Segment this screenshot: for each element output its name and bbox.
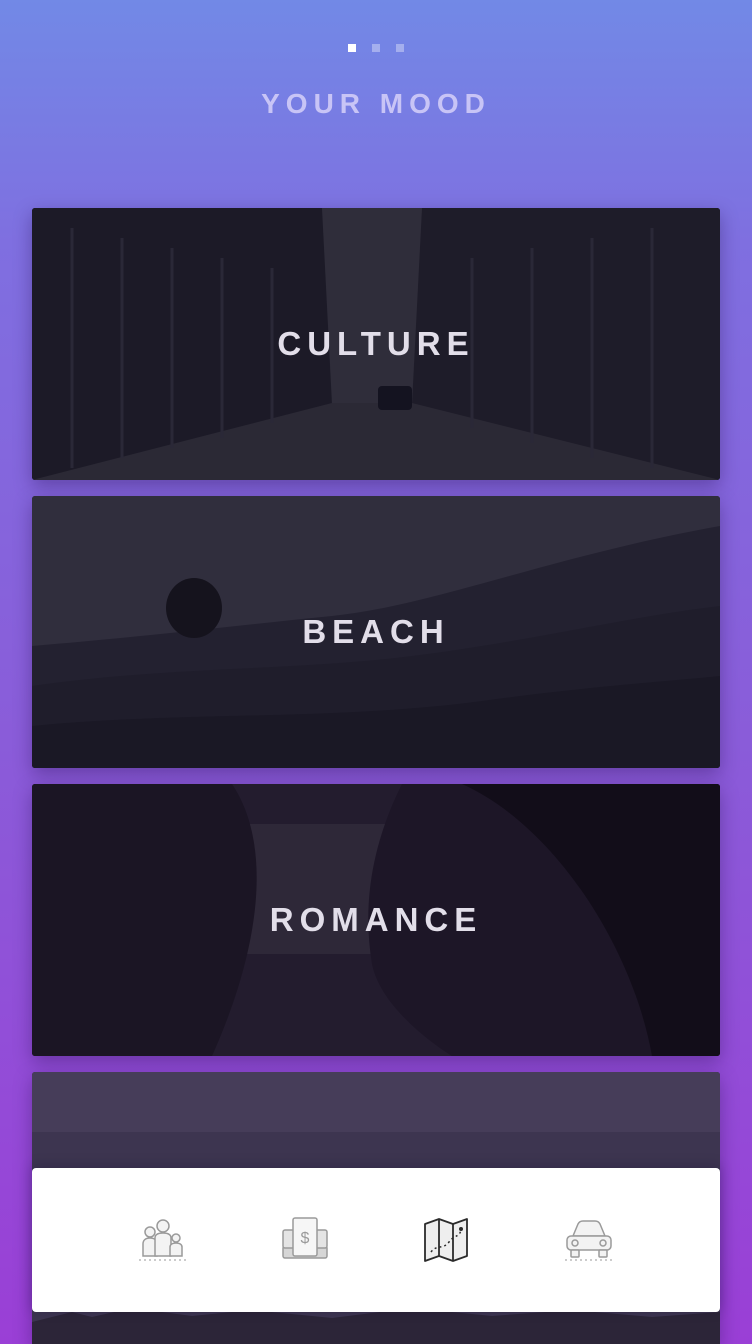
nav-money[interactable]: $	[277, 1214, 333, 1266]
page-title: YOUR MOOD	[261, 88, 491, 119]
nav-car[interactable]	[561, 1214, 617, 1266]
page-dot-3[interactable]	[396, 44, 404, 52]
money-icon: $	[282, 1217, 328, 1259]
mood-label-romance: ROMANCE	[269, 901, 483, 938]
svg-text:$: $	[301, 1230, 310, 1247]
mood-label-culture: CULTURE	[277, 325, 475, 362]
mood-card-romance[interactable]: ROMANCE	[32, 784, 720, 1056]
car-icon	[565, 1220, 613, 1261]
mood-card-beach[interactable]: BEACH	[32, 496, 720, 768]
mood-card-culture[interactable]: CULTURE	[32, 208, 720, 480]
family-icon	[139, 1219, 187, 1261]
page-dot-2[interactable]	[372, 44, 380, 52]
page-indicator	[0, 44, 752, 52]
nav-map[interactable]	[419, 1214, 475, 1266]
bottom-nav: $	[32, 1168, 720, 1312]
page-dot-1[interactable]	[348, 44, 356, 52]
nav-family[interactable]	[135, 1214, 191, 1266]
map-icon	[424, 1218, 468, 1262]
mood-label-beach: BEACH	[302, 613, 450, 650]
